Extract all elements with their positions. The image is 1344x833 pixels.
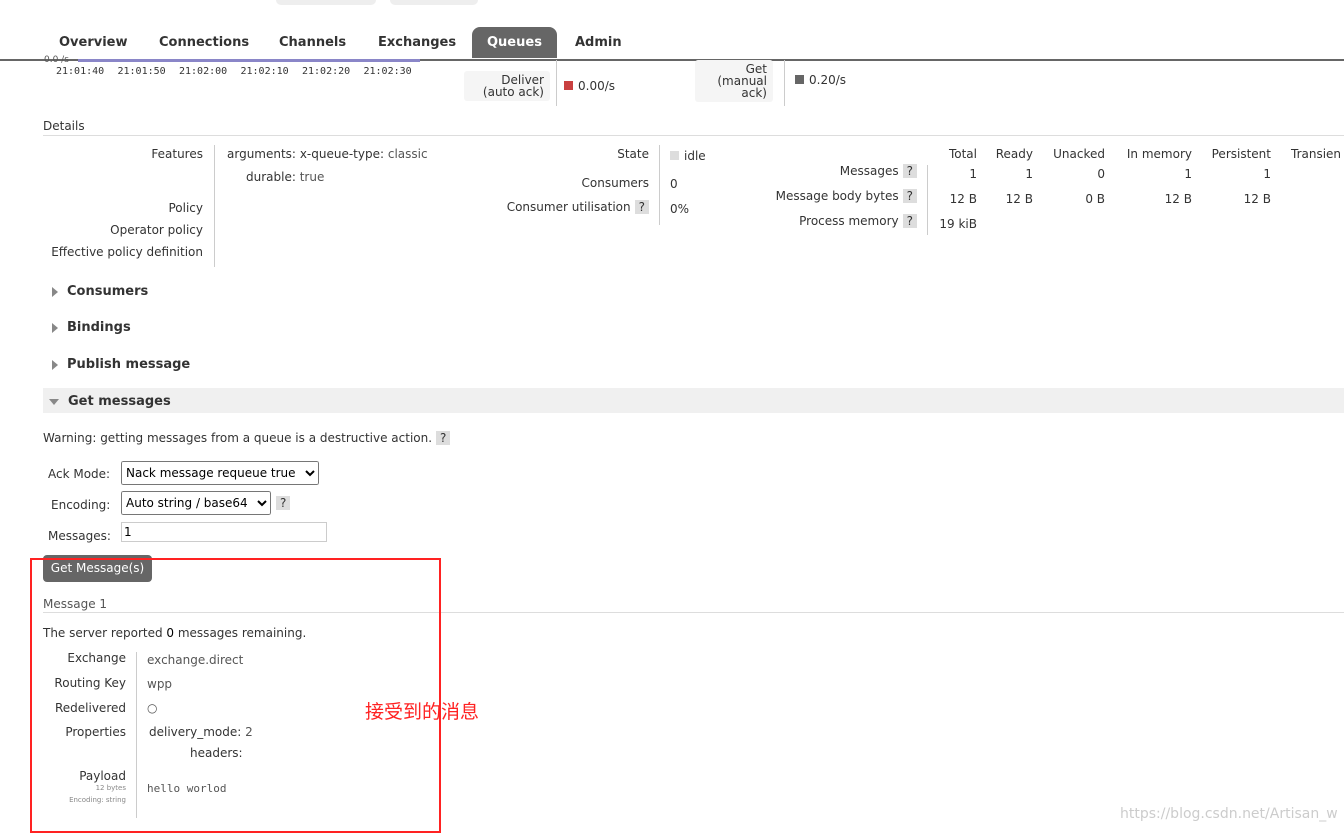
utilisation-value: 0% <box>670 202 690 216</box>
stats-cell: 12 B <box>1005 192 1033 206</box>
stats-cell: 1 <box>969 167 977 181</box>
main-nav: Overview Connections Channels Exchanges … <box>0 27 1344 61</box>
help-icon[interactable]: ? <box>436 431 451 445</box>
top-button[interactable] <box>276 0 376 5</box>
value: classic <box>387 147 428 161</box>
key: x-queue-type: <box>299 147 385 161</box>
label: Consumer utilisation <box>506 200 631 214</box>
stats-cell: 1 <box>1025 167 1033 181</box>
section-publish-message[interactable]: Publish message <box>52 357 190 372</box>
stats-row-label: Message body bytes? <box>776 189 917 203</box>
stats-column-header: Transien <box>1291 147 1342 161</box>
stats-cell: 12 B <box>1164 192 1192 206</box>
feature-arguments: arguments: x-queue-type: classic <box>227 147 428 161</box>
x-tick-label: 21:01:40 <box>56 66 105 77</box>
help-icon[interactable]: ? <box>902 214 917 228</box>
features-label: Features <box>151 147 203 161</box>
stats-row-label: Process memory? <box>799 214 917 228</box>
stats-column-header: Unacked <box>1053 147 1105 161</box>
stats-cell: 1 <box>1184 167 1192 181</box>
get-warning: Warning: getting messages from a queue i… <box>43 431 451 445</box>
key: arguments: <box>227 147 296 161</box>
state-value: idle <box>670 149 706 163</box>
help-icon[interactable]: ? <box>902 164 917 178</box>
x-tick-label: 21:02:30 <box>363 66 412 77</box>
x-tick-label: 21:01:50 <box>117 66 166 77</box>
state-swatch <box>670 151 679 160</box>
tab-queues[interactable]: Queues <box>472 27 557 58</box>
encoding-select[interactable]: Auto string / base64 <box>121 491 271 515</box>
operator-policy-label: Operator policy <box>110 223 203 237</box>
stats-column-header: Persistent <box>1211 147 1271 161</box>
encoding-label: Encoding: <box>51 498 111 512</box>
x-tick-label: 21:02:00 <box>179 66 228 77</box>
policy-label: Policy <box>168 201 203 215</box>
utilisation-label: Consumer utilisation? <box>507 200 649 214</box>
section-bindings[interactable]: Bindings <box>52 320 131 335</box>
stats-column-header: Total <box>948 147 977 161</box>
chart-y-label: 0.0 /s <box>44 55 69 65</box>
section-get-messages[interactable]: Get messages <box>49 394 171 409</box>
expand-icon <box>52 322 58 333</box>
label: (auto ack) <box>482 85 544 99</box>
annotation-box <box>30 558 441 833</box>
get-rate: 0.20/s <box>795 73 846 87</box>
x-tick-label: 21:02:10 <box>240 66 289 77</box>
watermark: https://blog.csdn.net/Artisan_w <box>1120 806 1338 822</box>
top-button[interactable] <box>390 0 478 5</box>
effective-policy-label: Effective policy definition <box>51 245 203 259</box>
section-consumers[interactable]: Consumers <box>52 284 148 299</box>
consumers-label: Consumers <box>581 176 649 190</box>
tab-channels[interactable]: Channels <box>279 35 346 50</box>
tab-connections[interactable]: Connections <box>159 35 249 50</box>
stats-column-header: In memory <box>1126 147 1192 161</box>
legend-swatch <box>564 81 573 90</box>
stats-cell: 12 B <box>1243 192 1271 206</box>
stats-cell: 0 B <box>1085 192 1105 206</box>
ack-mode-label: Ack Mode: <box>48 467 111 481</box>
deliver-rate: 0.00/s <box>564 79 615 93</box>
stats-column-header: Ready <box>995 147 1033 161</box>
state-label: State <box>617 147 649 161</box>
messages-count-input[interactable] <box>121 522 327 542</box>
stats-cell: 12 B <box>949 192 977 206</box>
stats-row-label: Messages? <box>840 164 917 178</box>
help-icon[interactable]: ? <box>902 189 917 203</box>
tab-admin[interactable]: Admin <box>575 35 622 50</box>
chart-line <box>78 59 420 62</box>
get-manual-ack-label: Get (manual ack) <box>695 60 773 102</box>
stats-cell: 1 <box>1263 167 1271 181</box>
ack-mode-select[interactable]: Nack message requeue true <box>121 461 319 485</box>
key: durable: <box>246 170 296 184</box>
value: 0.00/s <box>578 79 616 93</box>
tab-overview[interactable]: Overview <box>59 35 128 50</box>
collapse-icon <box>49 398 59 405</box>
deliver-auto-ack-label: Deliver (auto ack) <box>464 71 550 101</box>
messages-label: Messages: <box>48 529 111 543</box>
help-icon[interactable]: ? <box>276 496 291 510</box>
value: 0.20/s <box>809 73 847 87</box>
legend-swatch <box>795 75 804 84</box>
x-tick-label: 21:02:20 <box>302 66 351 77</box>
expand-icon <box>52 286 58 297</box>
consumers-value: 0 <box>670 177 678 191</box>
stats-cell: 0 <box>1097 167 1105 181</box>
tab-exchanges[interactable]: Exchanges <box>378 35 456 50</box>
details-heading: Details <box>43 119 85 133</box>
stats-cell: 19 kiB <box>939 217 977 231</box>
feature-durable: durable: true <box>246 170 324 184</box>
label: ack) <box>741 86 767 100</box>
help-icon[interactable]: ? <box>634 200 649 214</box>
expand-icon <box>52 359 58 370</box>
annotation-text: 接受到的消息 <box>365 701 480 723</box>
value: true <box>299 170 325 184</box>
